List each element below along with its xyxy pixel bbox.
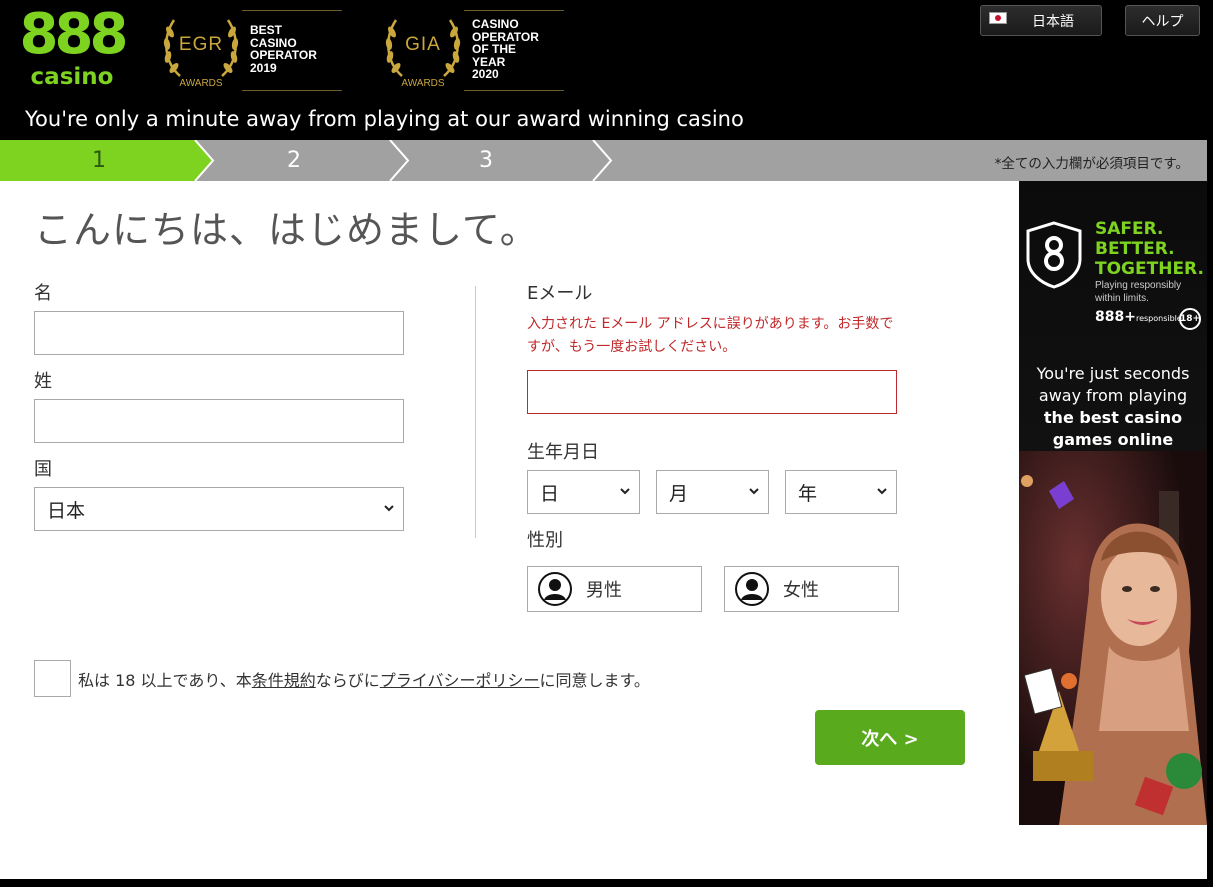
chevron-down-icon bbox=[384, 505, 394, 512]
terms-prefix: 私は 18 以上であり、本 bbox=[78, 671, 252, 690]
age-18-badge: 18+ bbox=[1179, 308, 1201, 330]
step-3: 3 bbox=[479, 148, 493, 173]
award-text: CASINO OPERATOR OF THE YEAR 2020 bbox=[472, 17, 539, 81]
award-divider bbox=[242, 90, 342, 91]
banner-copy: You're just seconds away from playing th… bbox=[1036, 364, 1190, 449]
award-divider bbox=[464, 90, 564, 91]
dob-label: 生年月日 bbox=[527, 442, 599, 463]
country-value: 日本 bbox=[47, 499, 86, 522]
step-2: 2 bbox=[287, 148, 301, 173]
language-label: 日本語 bbox=[1032, 13, 1074, 30]
dob-month-value: 月 bbox=[669, 482, 689, 505]
page-edge bbox=[0, 879, 1213, 887]
japan-flag-icon bbox=[989, 12, 1007, 24]
award-label: AWARDS bbox=[179, 78, 223, 89]
award-text: BEST CASINO OPERATOR 2019 bbox=[250, 23, 317, 75]
gender-male-button[interactable]: 男性 bbox=[527, 566, 702, 612]
page-edge bbox=[1207, 181, 1213, 887]
terms-middle: ならびに bbox=[315, 671, 380, 690]
email-error-message: 入力された Eメール アドレスに誤りがあります。お手数ですが、もう一度お試しくだ… bbox=[527, 316, 894, 355]
email-input[interactable] bbox=[527, 370, 897, 414]
site-header: 888 casino EGR AWARDS BEST CASINO OPERAT… bbox=[0, 0, 1213, 140]
privacy-link[interactable]: プライバシーポリシー bbox=[380, 671, 540, 690]
step-progress-bar: 1 2 3 *全ての入力欄が必須項目です。 bbox=[0, 140, 1207, 181]
column-divider bbox=[475, 286, 476, 538]
email-label: Eメール bbox=[527, 283, 593, 304]
next-button[interactable]: 次へ > bbox=[815, 710, 965, 765]
step-1: 1 bbox=[92, 148, 106, 173]
terms-link[interactable]: 条件規約 bbox=[252, 671, 316, 690]
responsible-brand: 888+responsible bbox=[1095, 309, 1182, 325]
gender-female-button[interactable]: 女性 bbox=[724, 566, 899, 612]
promo-banner[interactable]: SAFER. BETTER. TOGETHER. Playing respons… bbox=[1019, 181, 1207, 825]
logo-number: 888 bbox=[19, 2, 129, 67]
logo-word: casino bbox=[30, 64, 114, 90]
dob-year-select[interactable]: 年 bbox=[785, 470, 897, 514]
award-divider bbox=[464, 10, 564, 11]
banner-sub: Playing responsibly within limits. bbox=[1095, 280, 1182, 304]
dob-year-value: 年 bbox=[798, 482, 818, 505]
required-note: *全ての入力欄が必須項目です。 bbox=[994, 156, 1189, 172]
last-name-input[interactable] bbox=[34, 399, 404, 443]
help-button[interactable]: ヘルプ bbox=[1125, 5, 1200, 36]
terms-checkbox[interactable] bbox=[34, 660, 71, 697]
tagline: You're only a minute away from playing a… bbox=[25, 107, 744, 131]
terms-suffix: に同意します。 bbox=[539, 671, 650, 690]
first-name-input[interactable] bbox=[34, 311, 404, 355]
dob-day-select[interactable]: 日 bbox=[527, 470, 640, 514]
greeting-heading: こんにちは、はじめまして。 bbox=[34, 208, 539, 252]
registration-form: こんにちは、はじめまして。 名 姓 国 日本 Eメール 入力された Eメール ア… bbox=[0, 181, 1207, 879]
language-button[interactable]: 日本語 bbox=[980, 5, 1102, 36]
terms-text: 私は 18 以上であり、本条件規約ならびにプライバシーポリシーに同意します。 bbox=[78, 667, 650, 691]
award-abbr: GIA bbox=[405, 34, 441, 55]
casino-woman-image bbox=[1019, 451, 1207, 825]
shield-8-icon bbox=[1026, 221, 1082, 289]
chevron-down-icon bbox=[749, 488, 759, 495]
gender-label: 性別 bbox=[527, 530, 563, 551]
banner-headline: SAFER. BETTER. TOGETHER. bbox=[1095, 219, 1204, 279]
last-name-label: 姓 bbox=[34, 371, 52, 392]
chevron-down-icon bbox=[877, 488, 887, 495]
person-icon bbox=[538, 572, 572, 606]
888-casino-logo[interactable]: 888 casino bbox=[16, 2, 129, 94]
country-label: 国 bbox=[34, 459, 52, 480]
gender-female-label: 女性 bbox=[783, 580, 819, 601]
gia-award-badge: GIA AWARDS CASINO OPERATOR OF THE YEAR 2… bbox=[382, 10, 567, 92]
chevron-down-icon bbox=[620, 488, 630, 495]
egr-award-badge: EGR AWARDS BEST CASINO OPERATOR 2019 bbox=[160, 10, 345, 92]
country-select[interactable]: 日本 bbox=[34, 487, 404, 531]
award-divider bbox=[242, 10, 342, 11]
dob-day-value: 日 bbox=[540, 482, 560, 505]
award-label: AWARDS bbox=[401, 78, 445, 89]
dob-month-select[interactable]: 月 bbox=[656, 470, 769, 514]
award-abbr: EGR bbox=[178, 34, 224, 55]
first-name-label: 名 bbox=[34, 283, 52, 304]
gender-male-label: 男性 bbox=[586, 580, 622, 601]
person-icon bbox=[735, 572, 769, 606]
